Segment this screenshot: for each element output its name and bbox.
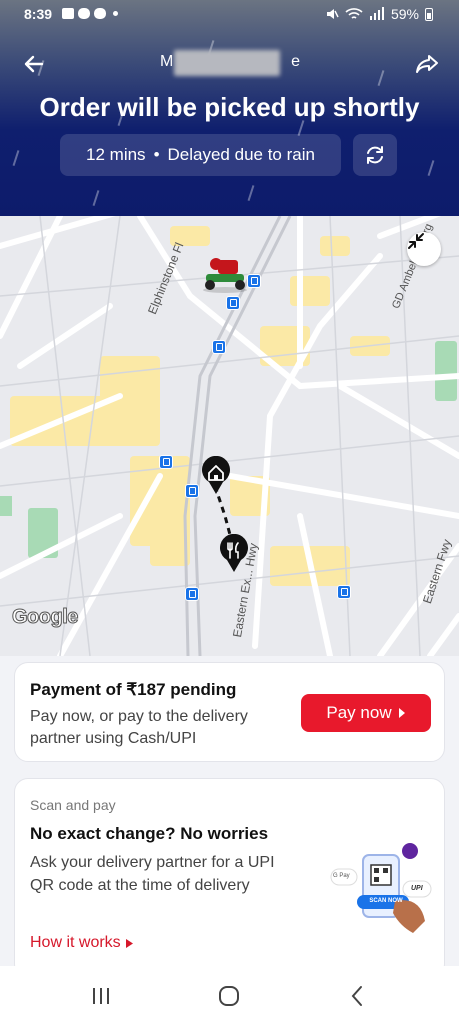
refresh-icon: [367, 146, 383, 164]
how-it-works-link[interactable]: How it works: [30, 934, 133, 952]
signal-icon: [369, 7, 384, 20]
gpay-illustration-label: G Pay: [333, 873, 350, 879]
train-station-icon: [212, 340, 226, 354]
mute-icon: [326, 9, 339, 19]
eta-time: 12 mins: [86, 145, 146, 164]
share-icon: [416, 55, 438, 73]
train-station-icon: [185, 587, 199, 601]
order-status-headline: Order will be picked up shortly: [39, 92, 420, 122]
refresh-button[interactable]: [353, 134, 397, 176]
status-right: 59%: [325, 6, 433, 22]
scan-body: Ask your delivery partner for a UPI QR c…: [30, 854, 275, 894]
order-status-header: 8:39 59% M e Order will be picked up sho…: [0, 0, 459, 216]
restaurant-name: M e: [160, 50, 300, 76]
train-station-icon: [159, 455, 173, 469]
collapse-map-button[interactable]: [407, 232, 441, 266]
battery-icon: [425, 7, 433, 21]
wifi-icon: [345, 8, 363, 19]
eta-separator: •: [153, 145, 160, 164]
restaurant-location-pin: [219, 534, 249, 574]
recent-apps-icon: [93, 988, 109, 1004]
delay-reason: Delayed due to rain: [167, 145, 315, 164]
eta-pill: 12 mins • Delayed due to rain: [60, 134, 341, 176]
chevron-left-icon: [351, 986, 362, 1006]
app-notification-icon: [62, 8, 74, 19]
google-attribution: Google: [12, 606, 79, 629]
restaurant-name-end: e: [291, 53, 300, 70]
caret-right-icon: [125, 938, 133, 948]
upi-illustration-label: UPI: [411, 885, 423, 892]
snapchat-icon: [94, 8, 106, 19]
payment-pending-card: Payment of ₹187 pending Pay now, or pay …: [14, 662, 445, 762]
train-station-icon: [337, 585, 351, 599]
delivery-map[interactable]: Elphinstone Fl GD Ambek... Marg Eastern …: [0, 216, 459, 656]
home-location-pin: [201, 456, 231, 496]
scan-now-illustration-label: SCAN NOW: [369, 898, 403, 904]
more-notifications-icon: [113, 11, 118, 16]
scan-qr-illustration: SCAN NOW G Pay UPI: [325, 841, 435, 941]
recent-apps-button[interactable]: [89, 984, 113, 1008]
share-button[interactable]: [413, 50, 441, 78]
caret-right-icon: [398, 708, 405, 718]
arrow-left-icon: [24, 55, 44, 73]
pay-now-button[interactable]: Pay now: [301, 694, 431, 732]
payment-title: Payment of ₹187 pending: [30, 680, 237, 699]
notification-icons: [62, 8, 118, 19]
back-button[interactable]: [20, 50, 48, 78]
collapse-icon: [408, 233, 424, 249]
system-navigation-bar: [0, 966, 459, 1024]
back-nav-button[interactable]: [346, 984, 370, 1008]
snapchat-icon: [78, 8, 90, 19]
battery-percent: 59%: [390, 6, 419, 22]
status-time: 8:39: [24, 6, 53, 22]
delivery-partner-scooter-icon: [200, 256, 250, 294]
redacted-name-block: [174, 50, 280, 76]
train-station-icon: [226, 296, 240, 310]
scan-title: No exact change? No worries: [30, 824, 269, 843]
status-bar: 8:39 59%: [0, 6, 459, 24]
pay-now-label: Pay now: [326, 703, 392, 722]
scan-and-pay-card: Scan and pay No exact change? No worries…: [14, 778, 445, 978]
scan-eyebrow: Scan and pay: [30, 797, 116, 813]
home-button[interactable]: [217, 984, 241, 1008]
how-it-works-label: How it works: [30, 934, 121, 951]
payment-subtitle: Pay now, or pay to the delivery partner …: [30, 708, 248, 747]
restaurant-name-start: M: [160, 53, 174, 70]
order-tracking-screen: 8:39 59% M e Order will be picked up sho…: [0, 0, 459, 1024]
home-circle-icon: [219, 986, 239, 1006]
train-station-icon: [185, 484, 199, 498]
